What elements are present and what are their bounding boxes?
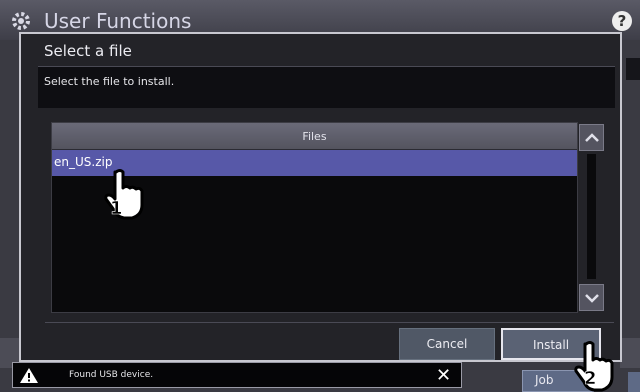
pointer-hand-icon: 2 — [574, 341, 614, 392]
help-icon[interactable]: ? — [612, 11, 632, 31]
scroll-down-button[interactable] — [579, 284, 604, 311]
background-corner-button[interactable] — [628, 372, 640, 392]
callout-number: 1 — [110, 198, 123, 219]
dialog-title: Select a file — [44, 42, 132, 60]
background-strip-right — [620, 338, 640, 368]
dialog-divider — [45, 322, 614, 323]
warning-icon — [20, 368, 38, 383]
notification-bar: Found USB device. ✕ — [12, 362, 462, 388]
callout-number: 2 — [584, 368, 597, 389]
message-text: Select the file to install. — [44, 75, 175, 88]
scrollbar-track[interactable] — [587, 154, 596, 279]
message-area: Select the file to install. — [38, 66, 615, 108]
cancel-button[interactable]: Cancel — [399, 328, 495, 360]
chevron-down-icon — [585, 294, 599, 303]
files-column-header: Files — [52, 123, 577, 150]
gear-icon — [12, 12, 30, 30]
pointer-hand-icon: 1 — [104, 169, 144, 220]
chevron-up-icon — [585, 133, 599, 142]
notification-text: Found USB device. — [69, 370, 154, 380]
scroll-up-button[interactable] — [579, 124, 604, 151]
background-tab-right — [626, 58, 640, 80]
close-icon[interactable]: ✕ — [436, 365, 451, 386]
app-title: User Functions — [44, 9, 192, 33]
